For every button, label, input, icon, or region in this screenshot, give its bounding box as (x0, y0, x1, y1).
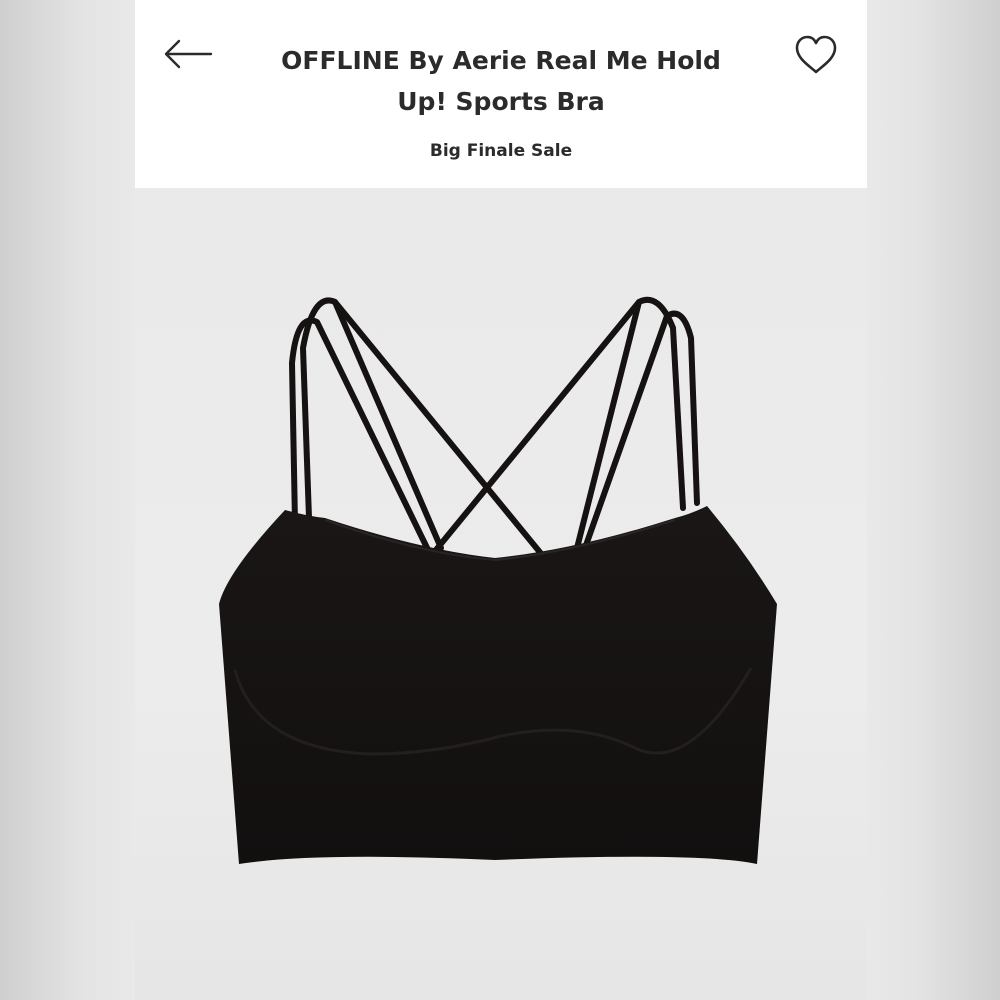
sale-label: Big Finale Sale (429, 141, 573, 161)
product-title: OFFLINE By Aerie Real Me Hold Up! Sports… (281, 46, 721, 116)
product-page: OFFLINE By Aerie Real Me Hold Up! Sports… (135, 0, 867, 1000)
arrow-left-icon (164, 39, 213, 69)
product-header: OFFLINE By Aerie Real Me Hold Up! Sports… (135, 0, 867, 188)
back-button[interactable] (161, 36, 217, 76)
sports-bra-image (219, 296, 777, 864)
heart-outline-icon (795, 35, 837, 74)
favorite-button[interactable] (791, 32, 841, 78)
product-image[interactable] (135, 188, 867, 1000)
screenshot-frame: OFFLINE By Aerie Real Me Hold Up! Sports… (0, 0, 1000, 1000)
